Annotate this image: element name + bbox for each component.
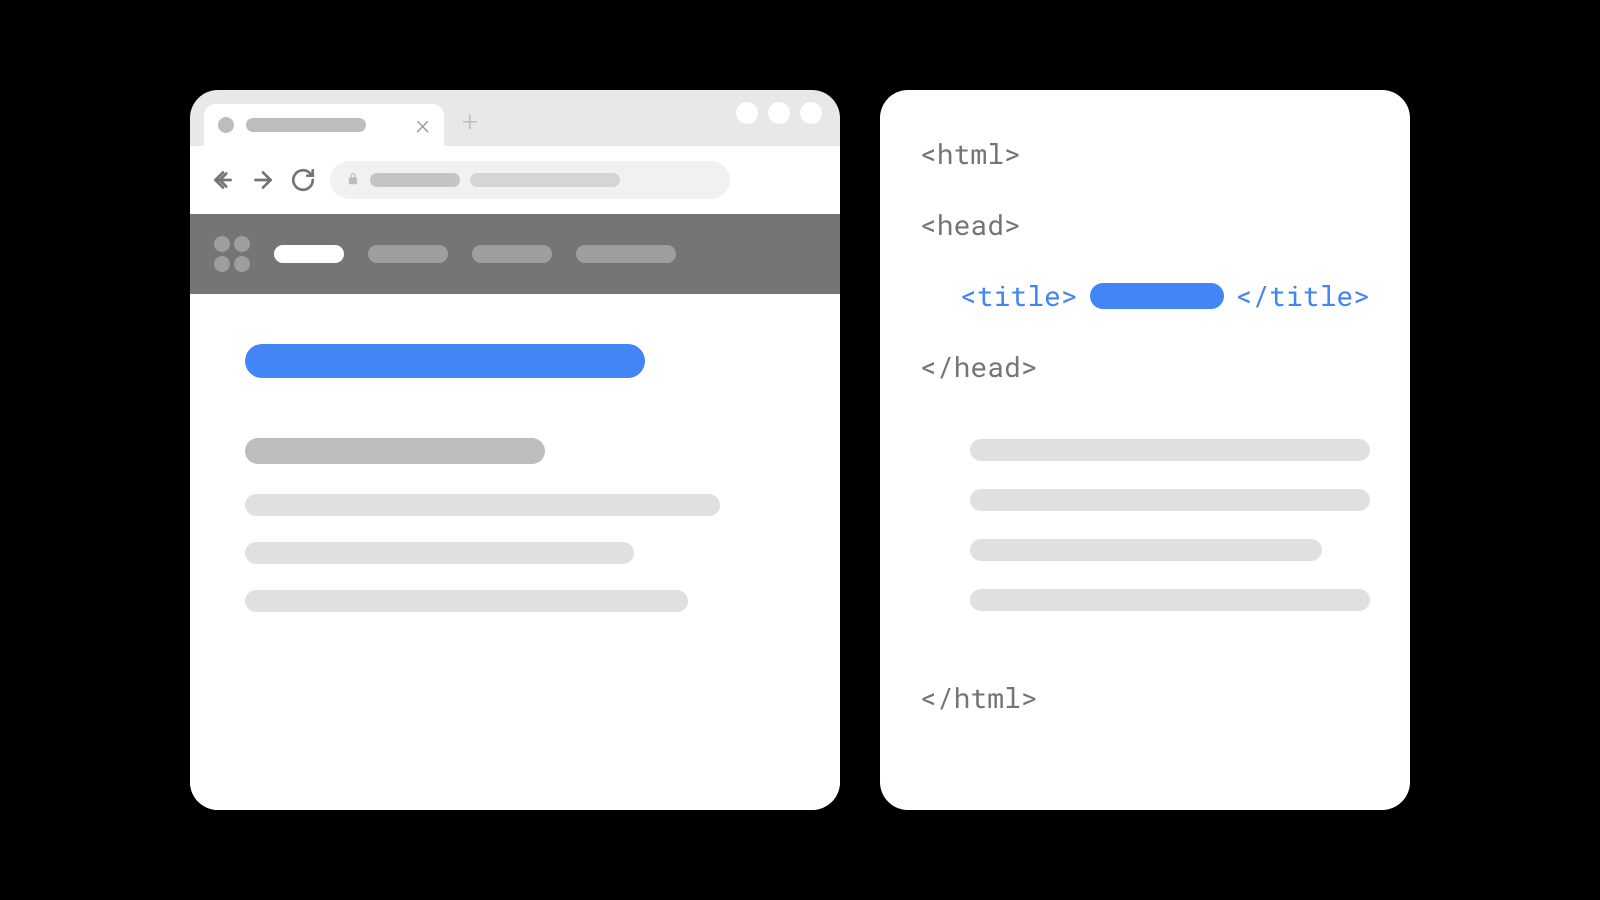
code-body-placeholder [970,539,1322,561]
nav-item-active[interactable] [274,245,344,263]
body-text-placeholder [245,542,634,564]
code-title-row: <title> </title> [920,277,1370,314]
body-text-placeholder [245,590,688,612]
nav-item[interactable] [368,245,448,263]
nav-item[interactable] [576,245,676,263]
site-logo-icon[interactable] [214,236,250,272]
title-content-placeholder [1090,283,1224,309]
html-code-panel: <html> <head> <title> </title> </head> <… [880,90,1410,810]
code-tag-html-open: <html> [920,135,1370,172]
browser-mockup: × + [190,90,840,810]
address-bar[interactable] [330,161,730,199]
lock-icon [346,171,360,190]
favicon-placeholder [218,117,234,133]
back-button[interactable] [210,167,236,193]
window-control-dot[interactable] [800,102,822,124]
browser-tab[interactable]: × [204,104,444,146]
window-control-dot[interactable] [736,102,758,124]
code-body-placeholder [970,489,1370,511]
body-text-placeholder [245,494,720,516]
code-tag-head-close: </head> [920,348,1370,385]
page-title-placeholder [245,344,645,378]
forward-button[interactable] [250,167,276,193]
browser-toolbar [190,146,840,214]
code-tag-html-close: </html> [920,679,1370,716]
code-body-placeholder [970,439,1370,461]
tab-strip: × + [190,90,840,146]
reload-button[interactable] [290,167,316,193]
code-body-block [920,439,1370,639]
window-controls [736,102,822,124]
nav-item[interactable] [472,245,552,263]
new-tab-button[interactable]: + [462,105,478,138]
url-segment-placeholder [370,173,460,187]
section-heading-placeholder [245,438,545,464]
code-tag-head-open: <head> [920,206,1370,243]
page-body [190,294,840,810]
code-body-placeholder [970,589,1370,611]
code-tag-title-close: </title> [1236,277,1370,314]
window-control-dot[interactable] [768,102,790,124]
tab-title-placeholder [246,118,366,132]
code-tag-title-open: <title> [960,277,1078,314]
close-tab-icon[interactable]: × [415,111,430,139]
site-header [190,214,840,294]
url-segment-placeholder [470,173,620,187]
